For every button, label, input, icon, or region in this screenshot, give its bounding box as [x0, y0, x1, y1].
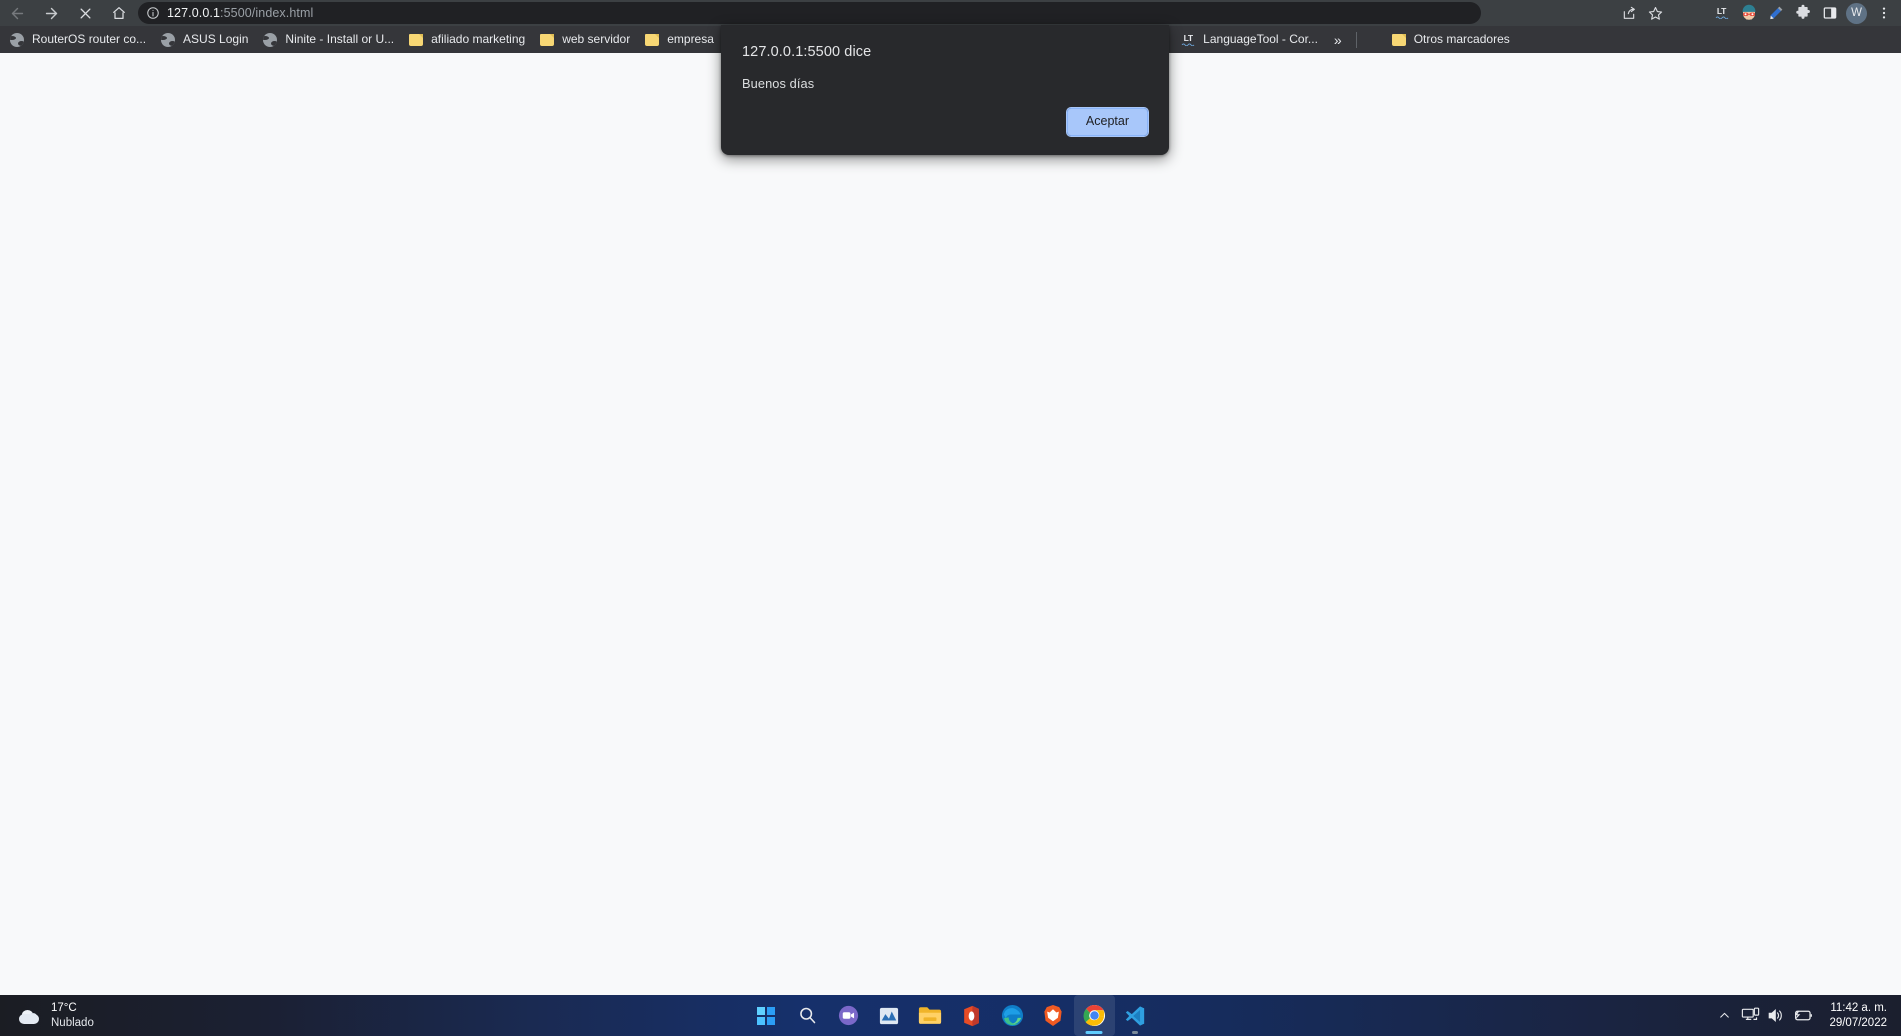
forward-arrow-icon	[45, 7, 57, 19]
cloud-icon	[16, 1006, 42, 1026]
url-text: 127.0.0.1:5500/index.html	[167, 2, 313, 24]
globe-icon	[262, 32, 278, 48]
back-button[interactable]	[0, 0, 34, 26]
toolbar-actions: LT W	[1708, 0, 1901, 26]
folder-icon	[408, 32, 424, 48]
browser-window: 127.0.0.1:5500/index.html LT W RouterOS …	[0, 0, 1901, 995]
file-explorer-button[interactable]	[910, 995, 951, 1036]
info-circle-icon[interactable]	[146, 6, 160, 20]
chrome-button[interactable]	[1073, 995, 1115, 1036]
bookmarks-overflow-button[interactable]: »	[1325, 29, 1351, 50]
folder-icon	[644, 32, 660, 48]
clock-date: 29/07/2022	[1829, 1016, 1887, 1029]
folder-icon	[918, 1007, 942, 1024]
show-hidden-icons-icon[interactable]	[1711, 995, 1737, 1036]
chevron-up-icon	[1720, 1012, 1729, 1018]
edge-button[interactable]	[992, 995, 1033, 1036]
url-host: 127.0.0.1	[167, 6, 221, 20]
bookmark-star-icon[interactable]	[1642, 0, 1669, 26]
widgets-button[interactable]	[869, 995, 910, 1036]
bookmark-label: web servidor	[562, 32, 631, 46]
active-indicator	[1085, 1031, 1103, 1034]
volume-icon[interactable]	[1763, 995, 1789, 1036]
bookmark-folder-item[interactable]: afiliado marketing	[401, 29, 532, 50]
search-icon	[799, 1007, 815, 1024]
chat-icon	[838, 1005, 858, 1026]
vscode-icon	[1125, 1005, 1145, 1026]
start-button[interactable]	[746, 995, 787, 1036]
profile-avatar[interactable]: W	[1843, 0, 1870, 26]
bookmark-label: ASUS Login	[183, 32, 249, 46]
dialog-title: 127.0.0.1:5500 dice	[742, 44, 872, 60]
edge-icon	[1001, 1004, 1023, 1027]
browser-toolbar: 127.0.0.1:5500/index.html LT W	[0, 0, 1901, 26]
forward-button[interactable]	[34, 0, 68, 26]
clock[interactable]: 11:42 a. m. 29/07/2022	[1823, 1001, 1893, 1031]
taskbar-app-strip	[746, 995, 1156, 1036]
home-button[interactable]	[102, 0, 136, 26]
bookmark-item[interactable]: ASUS Login	[153, 29, 255, 50]
chrome-menu-icon[interactable]	[1870, 0, 1897, 26]
network-icon[interactable]	[1737, 995, 1763, 1036]
address-bar[interactable]: 127.0.0.1:5500/index.html	[138, 2, 1481, 24]
office-button[interactable]	[951, 995, 992, 1036]
brave-button[interactable]	[1033, 995, 1074, 1036]
brave-lion-icon	[1044, 1004, 1062, 1027]
clock-time: 11:42 a. m.	[1830, 1001, 1887, 1014]
running-indicator	[1132, 1031, 1138, 1034]
back-arrow-icon	[11, 7, 23, 19]
languagetool-icon: LT	[1180, 32, 1196, 48]
side-panel-icon[interactable]	[1816, 0, 1843, 26]
avatar-extension-icon[interactable]	[1735, 0, 1762, 26]
home-icon	[112, 7, 126, 19]
bookmark-folder-item[interactable]: empresa	[637, 29, 721, 50]
omnibox-actions	[1615, 0, 1669, 26]
languagetool-extension-icon[interactable]: LT	[1708, 0, 1735, 26]
search-button[interactable]	[787, 995, 828, 1036]
share-icon[interactable]	[1615, 0, 1642, 26]
bookmark-label: afiliado marketing	[431, 32, 526, 46]
close-x-icon	[80, 8, 90, 18]
battery-icon[interactable]	[1789, 995, 1815, 1036]
widgets-icon	[879, 1007, 899, 1024]
globe-icon	[160, 32, 176, 48]
accept-button[interactable]: Aceptar	[1065, 107, 1150, 137]
bookmark-label: Ninite - Install or U...	[285, 32, 395, 46]
page-content-area	[0, 53, 1901, 995]
bookmark-label: empresa	[667, 32, 714, 46]
windows-taskbar: 17°C Nublado 11:42 a. m. 29/07/2022	[0, 995, 1901, 1036]
windows-logo-icon	[757, 1006, 775, 1025]
stop-loading-button[interactable]	[68, 0, 102, 26]
folder-icon	[539, 32, 555, 48]
eyedropper-extension-icon[interactable]	[1762, 0, 1789, 26]
chat-teams-button[interactable]	[828, 995, 869, 1036]
bookmark-label: RouterOS router co...	[32, 32, 147, 46]
dialog-button-row: Aceptar	[1065, 107, 1150, 137]
bookmark-label: LanguageTool - Cor...	[1203, 32, 1318, 46]
bookmarks-divider	[1355, 31, 1357, 48]
globe-icon	[9, 32, 25, 48]
bookmark-item[interactable]: Ninite - Install or U...	[255, 29, 401, 50]
vscode-button[interactable]	[1115, 995, 1156, 1036]
bookmark-item[interactable]: LT LanguageTool - Cor...	[1173, 29, 1325, 50]
weather-condition: Nublado	[51, 1016, 94, 1029]
system-tray: 11:42 a. m. 29/07/2022	[1711, 995, 1901, 1036]
office-icon	[963, 1005, 979, 1026]
other-bookmarks-label: Otros marcadores	[1413, 32, 1510, 46]
weather-temperature: 17°C	[51, 1002, 77, 1015]
other-bookmarks-folder[interactable]: Otros marcadores	[1384, 29, 1517, 50]
chrome-icon	[1083, 1004, 1105, 1027]
dialog-message: Buenos días	[742, 75, 815, 91]
bookmark-item[interactable]: RouterOS router co...	[2, 29, 153, 50]
weather-widget[interactable]: 17°C Nublado	[8, 998, 102, 1033]
extensions-puzzle-icon[interactable]	[1789, 0, 1816, 26]
bookmark-folder-item[interactable]: web servidor	[532, 29, 637, 50]
url-path: :5500/index.html	[220, 6, 314, 20]
folder-icon	[1391, 32, 1407, 48]
javascript-alert-dialog: 127.0.0.1:5500 dice Buenos días Aceptar	[721, 25, 1169, 155]
